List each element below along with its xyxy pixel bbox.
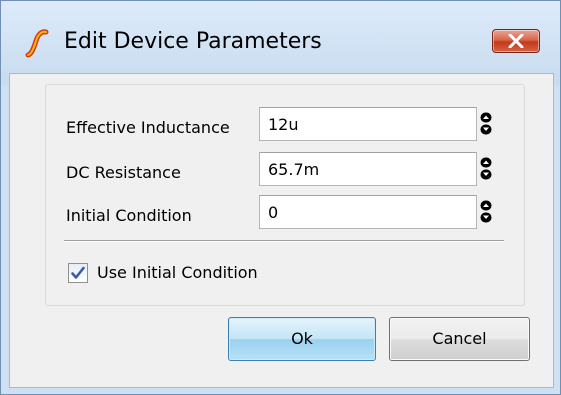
parameters-group: Effective Inductance DC Resistance Initi… — [45, 84, 525, 306]
initial-condition-field[interactable] — [259, 195, 477, 229]
dialog-body: Effective Inductance DC Resistance Initi… — [9, 73, 554, 388]
effective-inductance-field[interactable] — [259, 107, 477, 141]
dc-resistance-spinner-icon[interactable] — [480, 157, 492, 181]
use-initial-condition-label[interactable]: Use Initial Condition — [97, 263, 258, 282]
close-button[interactable] — [492, 29, 540, 53]
effective-inductance-spinner-icon[interactable] — [480, 112, 492, 136]
close-icon — [508, 34, 524, 48]
dialog-window: Edit Device Parameters Effective Inducta… — [0, 0, 561, 395]
simetrix-logo-icon — [25, 29, 49, 58]
window-title: Edit Device Parameters — [64, 29, 322, 54]
group-separator — [64, 240, 504, 242]
effective-inductance-label: Effective Inductance — [66, 118, 230, 137]
initial-condition-spinner-icon[interactable] — [480, 200, 492, 224]
dc-resistance-field[interactable] — [259, 152, 477, 186]
dc-resistance-label: DC Resistance — [66, 163, 181, 182]
cancel-button[interactable]: Cancel — [389, 317, 530, 361]
checkmark-icon — [71, 266, 85, 279]
initial-condition-label: Initial Condition — [66, 206, 192, 225]
use-initial-condition-checkbox[interactable] — [68, 263, 88, 283]
ok-button[interactable]: Ok — [228, 317, 376, 361]
